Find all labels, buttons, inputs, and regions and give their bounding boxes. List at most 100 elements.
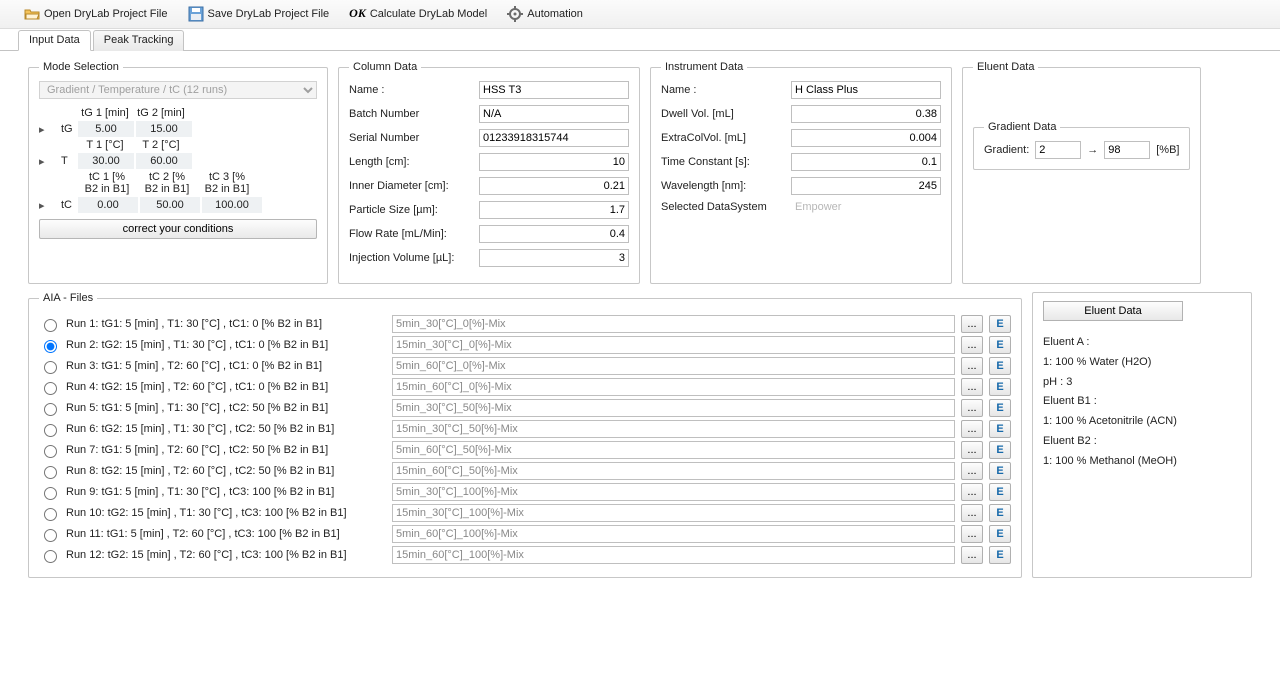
run-radio[interactable]: [44, 529, 57, 542]
inst-name-input[interactable]: [791, 81, 941, 99]
browse-button[interactable]: ...: [961, 483, 983, 501]
e-button[interactable]: E: [989, 441, 1011, 459]
run-radio[interactable]: [44, 340, 57, 353]
e-button[interactable]: E: [989, 378, 1011, 396]
col-length-label: Length [cm]:: [349, 156, 479, 168]
browse-button[interactable]: ...: [961, 525, 983, 543]
tg1-value[interactable]: 5.00: [78, 121, 134, 137]
col-iv-input[interactable]: [479, 249, 629, 267]
correct-conditions-button[interactable]: correct your conditions: [39, 219, 317, 239]
e-button[interactable]: E: [989, 546, 1011, 564]
run-radio[interactable]: [44, 403, 57, 416]
browse-button[interactable]: ...: [961, 462, 983, 480]
tc1-value[interactable]: 0.00: [78, 197, 138, 213]
browse-button[interactable]: ...: [961, 441, 983, 459]
eluent-legend: Eluent Data: [973, 61, 1038, 73]
expand-icon[interactable]: ▸: [39, 199, 51, 212]
run-file-input[interactable]: [392, 546, 955, 564]
eluent-ph: pH : 3: [1043, 373, 1241, 393]
automation-button[interactable]: Automation: [503, 4, 587, 24]
browse-button[interactable]: ...: [961, 336, 983, 354]
col-name-input[interactable]: [479, 81, 629, 99]
e-button[interactable]: E: [989, 420, 1011, 438]
col-fr-input[interactable]: [479, 225, 629, 243]
eluent-data-button[interactable]: Eluent Data: [1043, 301, 1183, 321]
run-radio[interactable]: [44, 424, 57, 437]
run-file-input[interactable]: [392, 336, 955, 354]
tab-peak-tracking[interactable]: Peak Tracking: [93, 30, 185, 51]
mode-legend: Mode Selection: [39, 61, 123, 73]
run-radio[interactable]: [44, 382, 57, 395]
run-label: Run 1: tG1: 5 [min] , T1: 30 [°C] , tC1:…: [66, 318, 386, 330]
run-radio[interactable]: [44, 508, 57, 521]
run-label: Run 10: tG2: 15 [min] , T1: 30 [°C] , tC…: [66, 507, 386, 519]
tc3-value[interactable]: 100.00: [202, 197, 262, 213]
run-file-input[interactable]: [392, 378, 955, 396]
tg2-value[interactable]: 15.00: [136, 121, 192, 137]
inst-ds-value: Empower: [791, 201, 841, 213]
run-file-input[interactable]: [392, 357, 955, 375]
e-button[interactable]: E: [989, 336, 1011, 354]
e-button[interactable]: E: [989, 504, 1011, 522]
run-radio[interactable]: [44, 361, 57, 374]
expand-icon[interactable]: ▸: [39, 123, 51, 136]
col-id-input[interactable]: [479, 177, 629, 195]
inst-tc-input[interactable]: [791, 153, 941, 171]
t2-value[interactable]: 60.00: [136, 153, 192, 169]
inst-wl-input[interactable]: [791, 177, 941, 195]
run-file-input[interactable]: [392, 462, 955, 480]
run-radio[interactable]: [44, 445, 57, 458]
inst-extra-input[interactable]: [791, 129, 941, 147]
run-file-input[interactable]: [392, 315, 955, 333]
save-project-button[interactable]: Save DryLab Project File: [184, 4, 334, 24]
run-radio[interactable]: [44, 466, 57, 479]
browse-button[interactable]: ...: [961, 504, 983, 522]
run-file-input[interactable]: [392, 483, 955, 501]
open-project-button[interactable]: Open DryLab Project File: [20, 4, 172, 24]
t1-value[interactable]: 30.00: [78, 153, 134, 169]
automation-label: Automation: [527, 8, 583, 20]
eluent-a-label: Eluent A :: [1043, 333, 1241, 353]
browse-button[interactable]: ...: [961, 378, 983, 396]
disk-save-icon: [188, 6, 204, 22]
t1-header: T 1 [°C]: [77, 137, 133, 153]
e-button[interactable]: E: [989, 462, 1011, 480]
col-batch-input[interactable]: [479, 105, 629, 123]
run-file-input[interactable]: [392, 420, 955, 438]
tabstrip: Input Data Peak Tracking: [0, 29, 1280, 51]
run-file-input[interactable]: [392, 525, 955, 543]
run-file-input[interactable]: [392, 441, 955, 459]
browse-button[interactable]: ...: [961, 546, 983, 564]
col-ps-input[interactable]: [479, 201, 629, 219]
run-label: Run 2: tG2: 15 [min] , T1: 30 [°C] , tC1…: [66, 339, 386, 351]
run-radio[interactable]: [44, 319, 57, 332]
tab-input-data[interactable]: Input Data: [18, 30, 91, 51]
browse-button[interactable]: ...: [961, 357, 983, 375]
col-length-input[interactable]: [479, 153, 629, 171]
browse-button[interactable]: ...: [961, 315, 983, 333]
tc-label: tC: [51, 199, 77, 211]
gradient-unit: [%B]: [1156, 144, 1179, 156]
e-button[interactable]: E: [989, 525, 1011, 543]
calculate-button[interactable]: OK Calculate DryLab Model: [345, 4, 491, 24]
tc1-header: tC 1 [% B2 in B1]: [77, 169, 137, 197]
expand-icon[interactable]: ▸: [39, 155, 51, 168]
mode-select[interactable]: Gradient / Temperature / tC (12 runs): [39, 81, 317, 99]
e-button[interactable]: E: [989, 357, 1011, 375]
gradient-from-input[interactable]: [1035, 141, 1081, 159]
col-serial-input[interactable]: [479, 129, 629, 147]
run-file-input[interactable]: [392, 399, 955, 417]
run-file-input[interactable]: [392, 504, 955, 522]
col-serial-label: Serial Number: [349, 132, 479, 144]
browse-button[interactable]: ...: [961, 420, 983, 438]
e-button[interactable]: E: [989, 399, 1011, 417]
tc2-value[interactable]: 50.00: [140, 197, 200, 213]
e-button[interactable]: E: [989, 483, 1011, 501]
browse-button[interactable]: ...: [961, 399, 983, 417]
run-radio[interactable]: [44, 550, 57, 563]
e-button[interactable]: E: [989, 315, 1011, 333]
inst-dwell-input[interactable]: [791, 105, 941, 123]
run-radio[interactable]: [44, 487, 57, 500]
gradient-to-input[interactable]: [1104, 141, 1150, 159]
arrow-right-icon: →: [1087, 144, 1098, 156]
